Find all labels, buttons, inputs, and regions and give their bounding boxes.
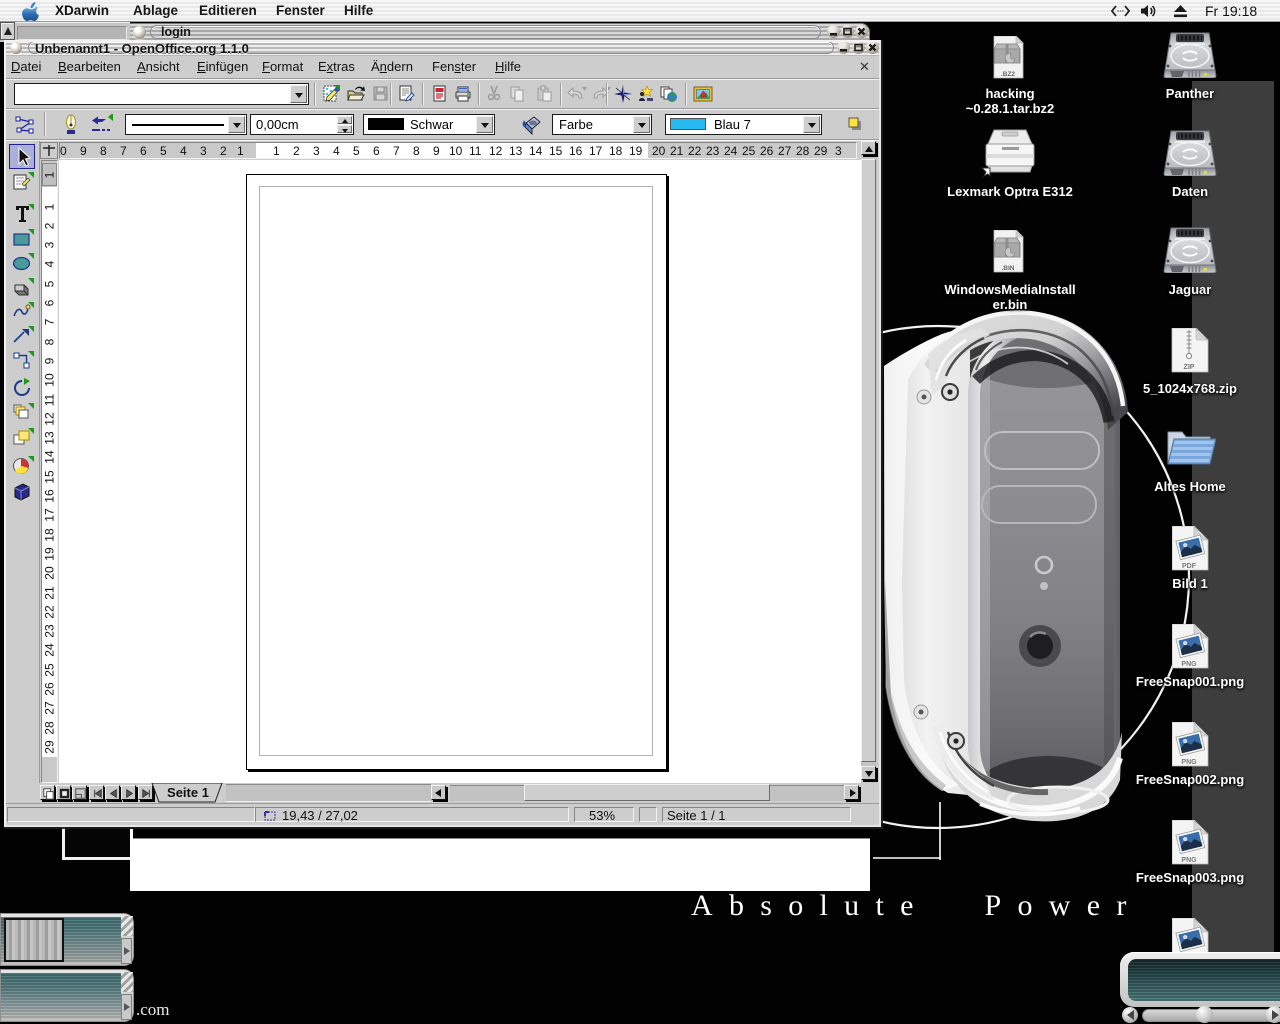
svg-text:Seite 1: Seite 1 [167,785,209,800]
svg-text:PDF: PDF [1182,563,1197,570]
svg-text:.BZ2: .BZ2 [1001,71,1015,78]
svg-text:PNG: PNG [1181,857,1197,864]
svg-text:ZIP: ZIP [1184,364,1195,371]
svg-text:.BIN: .BIN [1002,265,1015,272]
svg-text:PNG: PNG [1181,661,1197,668]
svg-text:PNG: PNG [1181,759,1197,766]
